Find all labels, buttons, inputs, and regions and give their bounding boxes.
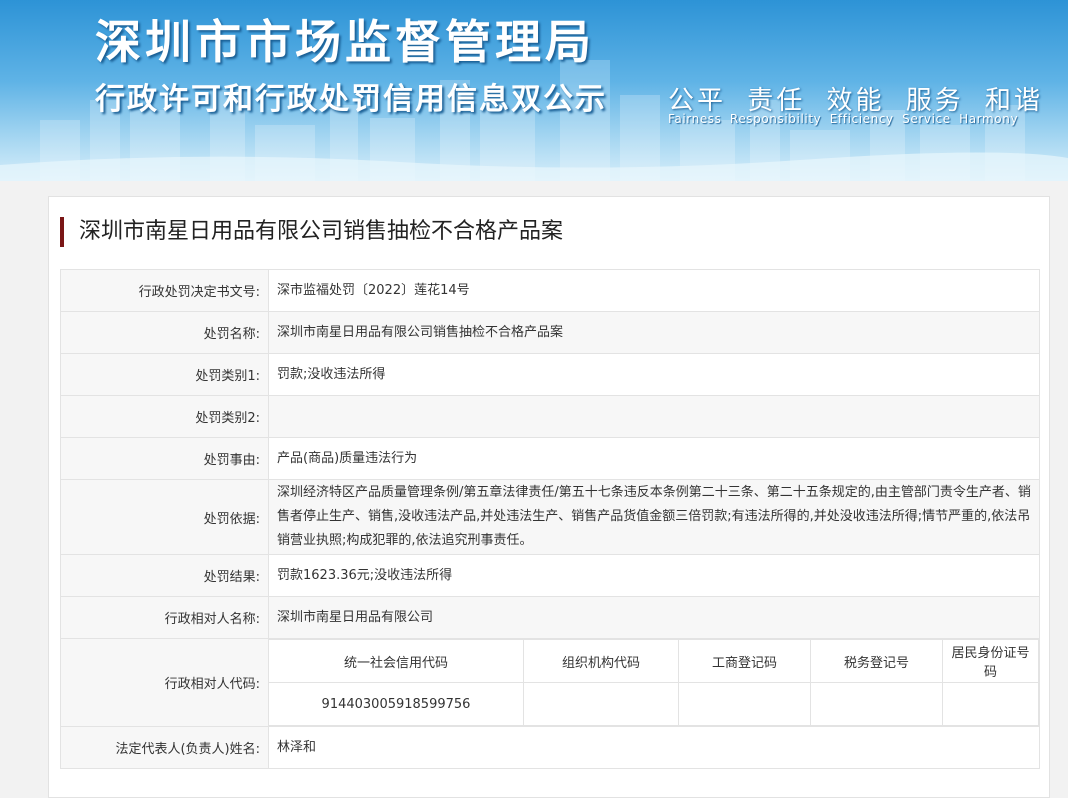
penalty-type2-value [268, 395, 1040, 438]
penalty-name-value: 深圳市南星日用品有限公司销售抽检不合格产品案 [268, 311, 1040, 354]
codes-value-row: 914403005918599756 [269, 682, 1039, 726]
penalty-reason-label: 处罚事由: [60, 437, 269, 480]
codes-value-id-card [942, 682, 1039, 726]
site-subtitle: 行政许可和行政处罚信用信息双公示 [95, 82, 607, 117]
party-codes-table: 统一社会信用代码 组织机构代码 工商登记码 税务登记号 居民身份证号码 9144… [269, 639, 1039, 726]
row-penalty-reason: 处罚事由: 产品(商品)质量违法行为 [60, 437, 1040, 480]
doc-no-value: 深市监福处罚〔2022〕莲花14号 [268, 269, 1040, 312]
penalty-type1-label: 处罚类别1: [60, 353, 269, 396]
row-penalty-result: 处罚结果: 罚款1623.36元;没收违法所得 [60, 554, 1040, 597]
row-party-codes: 行政相对人代码: 统一社会信用代码 组织机构代码 工商登记码 税务登记号 居民身… [60, 638, 1040, 727]
party-codes-label: 行政相对人代码: [60, 638, 269, 727]
codes-header-tax: 税务登记号 [810, 639, 943, 683]
row-penalty-name: 处罚名称: 深圳市南星日用品有限公司销售抽检不合格产品案 [60, 311, 1040, 354]
codes-value-org [523, 682, 679, 726]
penalty-reason-value: 产品(商品)质量违法行为 [268, 437, 1040, 480]
case-detail-panel: 深圳市南星日用品有限公司销售抽检不合格产品案 行政处罚决定书文号: 深市监福处罚… [48, 196, 1050, 798]
codes-value-credit: 914403005918599756 [269, 682, 524, 726]
site-title: 深圳市市场监督管理局 [95, 15, 595, 69]
penalty-result-label: 处罚结果: [60, 554, 269, 597]
legal-rep-value: 林泽和 [268, 726, 1040, 769]
row-penalty-type2: 处罚类别2: [60, 395, 1040, 438]
row-party-name: 行政相对人名称: 深圳市南星日用品有限公司 [60, 596, 1040, 639]
legal-rep-label: 法定代表人(负责人)姓名: [60, 726, 269, 769]
row-legal-rep: 法定代表人(负责人)姓名: 林泽和 [60, 726, 1040, 769]
doc-no-label: 行政处罚决定书文号: [60, 269, 269, 312]
codes-header-org: 组织机构代码 [523, 639, 679, 683]
penalty-type1-value: 罚款;没收违法所得 [268, 353, 1040, 396]
codes-value-tax [810, 682, 943, 726]
case-title: 深圳市南星日用品有限公司销售抽检不合格产品案 [60, 217, 563, 247]
case-info-table: 行政处罚决定书文号: 深市监福处罚〔2022〕莲花14号 处罚名称: 深圳市南星… [60, 269, 1040, 769]
row-penalty-type1: 处罚类别1: 罚款;没收违法所得 [60, 353, 1040, 396]
penalty-basis-value: 深圳经济特区产品质量管理条例/第五章法律责任/第五十七条违反本条例第二十三条、第… [268, 479, 1040, 555]
penalty-basis-label: 处罚依据: [60, 479, 269, 555]
row-doc-no: 行政处罚决定书文号: 深市监福处罚〔2022〕莲花14号 [60, 269, 1040, 312]
penalty-name-label: 处罚名称: [60, 311, 269, 354]
codes-header-credit: 统一社会信用代码 [269, 639, 524, 683]
row-penalty-basis: 处罚依据: 深圳经济特区产品质量管理条例/第五章法律责任/第五十七条违反本条例第… [60, 479, 1040, 555]
party-codes-cell: 统一社会信用代码 组织机构代码 工商登记码 税务登记号 居民身份证号码 9144… [268, 638, 1040, 727]
party-name-label: 行政相对人名称: [60, 596, 269, 639]
header-banner: 深圳市市场监督管理局 行政许可和行政处罚信用信息双公示 公平 责任 效能 服务 … [0, 0, 1068, 181]
penalty-result-value: 罚款1623.36元;没收违法所得 [268, 554, 1040, 597]
penalty-type2-label: 处罚类别2: [60, 395, 269, 438]
slogan-english: Fairness Responsibility Efficiency Servi… [668, 112, 1019, 126]
codes-value-business-reg [678, 682, 811, 726]
party-name-value: 深圳市南星日用品有限公司 [268, 596, 1040, 639]
codes-header-row: 统一社会信用代码 组织机构代码 工商登记码 税务登记号 居民身份证号码 [269, 639, 1039, 683]
codes-header-business-reg: 工商登记码 [678, 639, 811, 683]
codes-header-id-card: 居民身份证号码 [942, 639, 1039, 683]
